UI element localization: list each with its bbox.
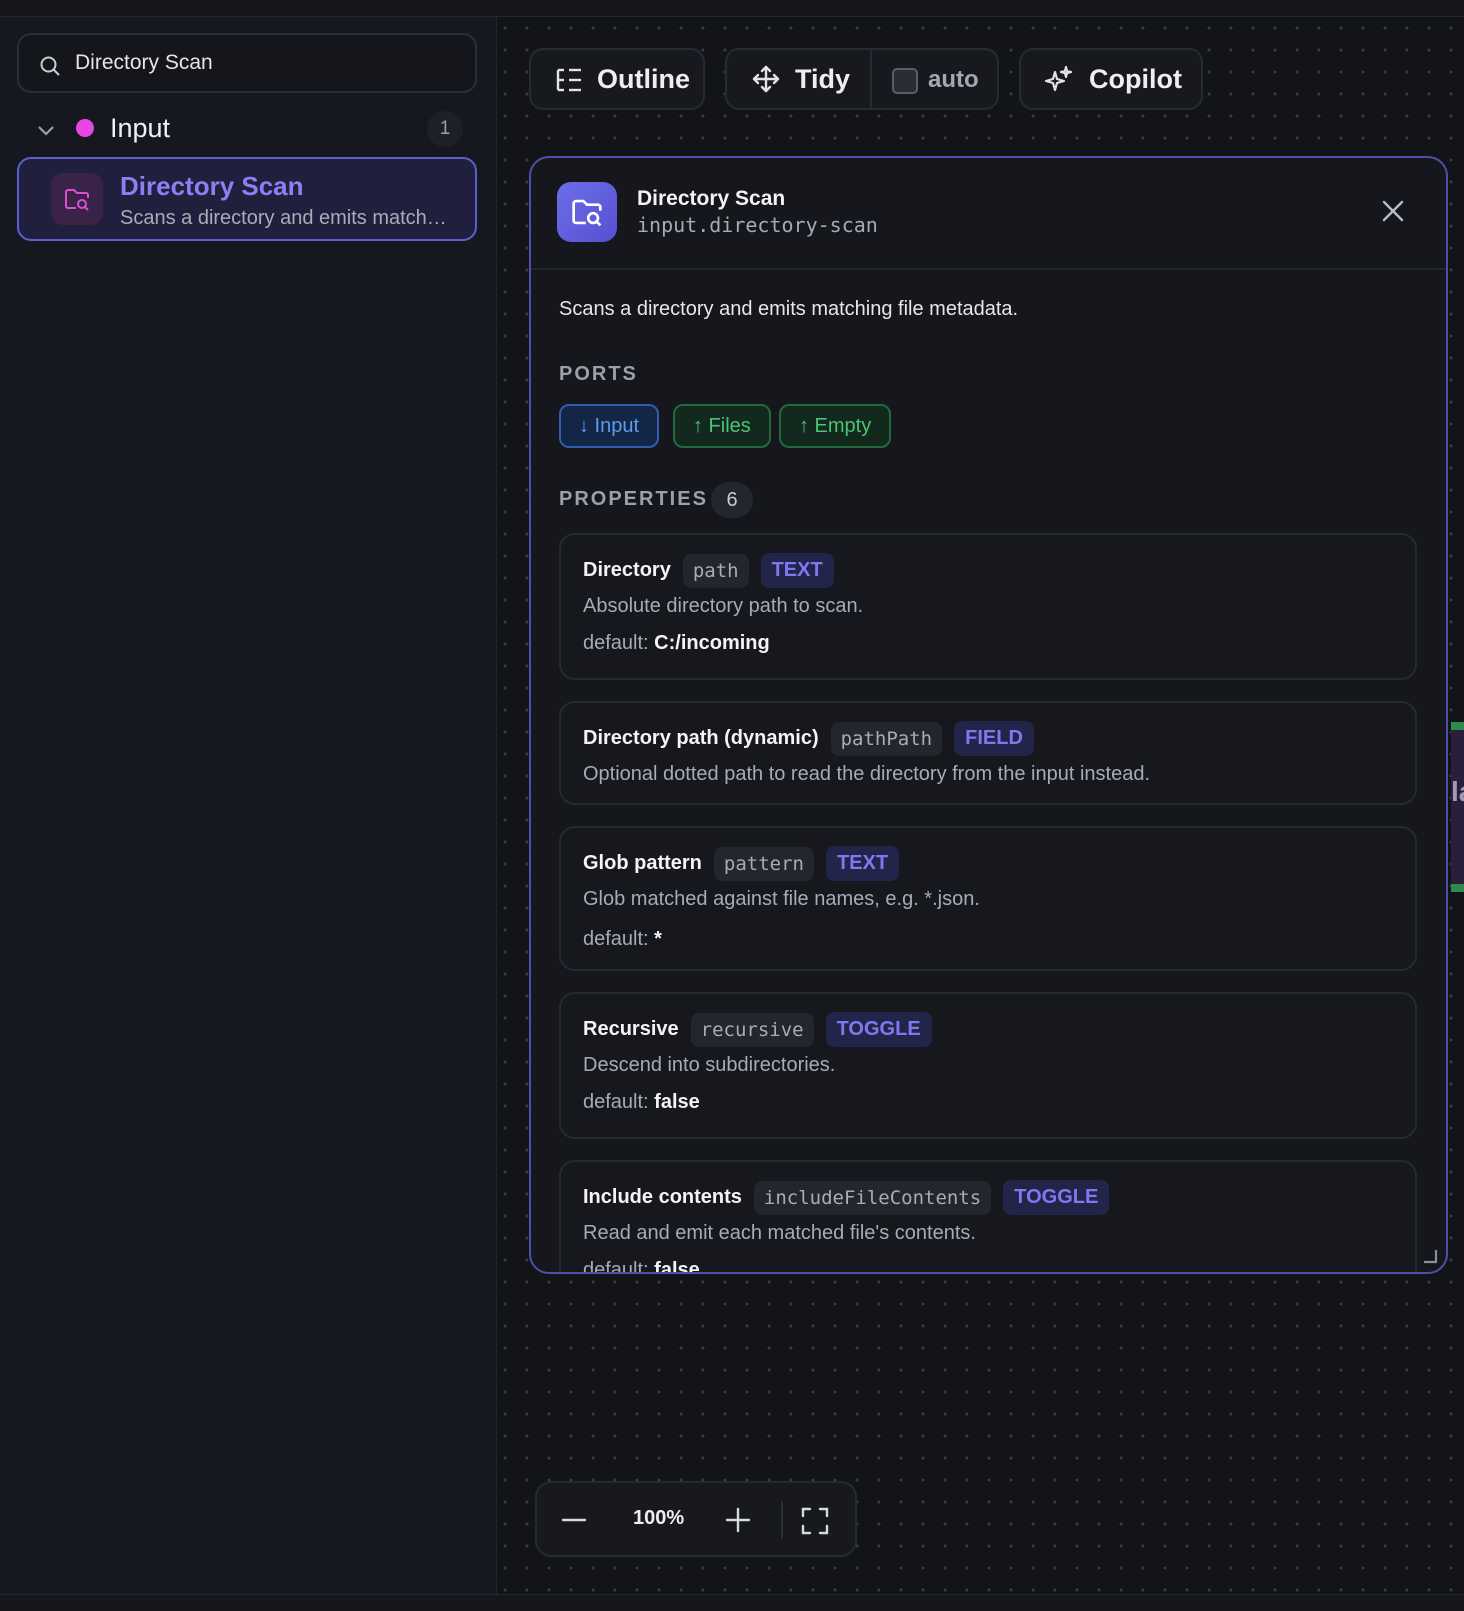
panel-header: Directory Scan input.directory-scan [531,158,1446,270]
category-group-input[interactable]: Input 1 [17,107,477,153]
tidy-label: Tidy [795,64,851,94]
property-name: Recursive [583,1018,679,1040]
property-type-badge: TOGGLE [825,1012,932,1047]
search-value: Directory Scan [75,51,213,74]
property-default: default: * [583,928,662,950]
property-type-badge: TEXT [825,846,900,881]
node-item-description: Scans a directory and emits matching fil… [120,207,450,229]
panel-description: Scans a directory and emits matching fil… [559,298,1019,320]
property-description: Descend into subdirectories. [583,1054,836,1076]
category-color-dot [76,119,94,137]
property-type-badge: TOGGLE [1003,1180,1110,1215]
property-type-badge: TEXT [760,553,834,588]
zoom-divider [781,1501,783,1539]
panel-node-type: input.directory-scan [637,213,878,237]
property-type-badge: FIELD [954,721,1034,756]
property-card-includeFileContents: Include contents includeFileContents TOGGL… [559,1160,1417,1274]
property-default: default: false [583,1259,700,1274]
category-label: Input [110,113,171,143]
canvas-node-partial-label: la [1451,776,1464,807]
status-bar [0,1594,1464,1611]
property-card-recursive: Recursive recursive TOGGLE Descend into su… [559,992,1417,1139]
property-card-path: Directory path TEXT Absolute directory pat… [559,533,1417,680]
auto-tidy-toggle[interactable]: auto [872,50,999,108]
property-description: Read and emit each matched file's conten… [583,1222,976,1244]
panel-title: Directory Scan [637,187,786,210]
copilot-button[interactable]: Copilot [1019,48,1203,110]
port-input[interactable]: ↓ Input [559,404,660,448]
sparkles-icon [1044,65,1073,92]
node-library-sidebar: Directory Scan Input 1 Directory Scan Sc… [0,17,497,1594]
auto-checkbox[interactable] [892,68,918,94]
property-description: Optional dotted path to read the directo… [583,763,1151,785]
move-arrows-icon [752,65,780,93]
port-files[interactable]: ↑ Files [673,404,771,448]
property-key: path [682,553,749,588]
folder-search-icon [557,182,617,242]
property-card-pathPath: Directory path (dynamic) pathPath FIELD Op… [559,701,1417,805]
zoom-out-icon[interactable] [561,1509,587,1531]
property-description: Absolute directory path to scan. [583,595,864,617]
node-item-title: Directory Scan [120,171,304,201]
node-list-item-directory-scan[interactable]: Directory Scan Scans a directory and emi… [17,157,477,241]
close-icon[interactable] [1382,200,1404,222]
property-key: pattern [713,846,814,881]
property-key: includeFileContents [753,1180,992,1215]
property-default: default: false [583,1091,700,1113]
search-icon [40,56,60,76]
properties-count-badge: 6 [711,482,753,518]
category-count-badge: 1 [427,111,463,147]
property-card-pattern: Glob pattern pattern TEXT Glob matched aga… [559,826,1417,971]
ports-heading: PORTS [559,363,638,385]
properties-heading: PROPERTIES [559,488,708,510]
tidy-toolbar-group: Tidy auto [725,48,999,110]
fit-view-icon[interactable] [801,1507,829,1535]
outline-label: Outline [597,64,690,94]
node-detail-panel: Directory Scan input.directory-scan Scan… [529,156,1448,1274]
outline-icon [556,68,581,92]
property-name: Directory path (dynamic) [583,727,819,749]
property-default: default: C:/incoming [583,632,770,654]
property-name: Include contents [583,1186,742,1208]
window-top-bar [0,0,1464,17]
resize-handle-icon[interactable] [1422,1248,1438,1264]
tidy-button[interactable]: Tidy [727,50,872,108]
canvas-node-partial[interactable]: la [1451,722,1464,892]
auto-label: auto [928,66,979,93]
zoom-in-icon[interactable] [725,1507,751,1533]
search-input[interactable]: Directory Scan [17,33,477,93]
property-name: Glob pattern [583,852,702,874]
folder-search-icon [51,173,103,225]
property-description: Glob matched against file names, e.g. *.… [583,888,980,910]
property-key: recursive [690,1012,814,1047]
port-empty[interactable]: ↑ Empty [779,404,892,448]
zoom-controls: 100% [535,1481,857,1557]
copilot-label: Copilot [1089,64,1182,94]
zoom-level: 100% [633,1507,685,1529]
property-name: Directory [583,559,671,581]
chevron-down-icon[interactable] [35,119,57,141]
property-key: pathPath [830,721,943,756]
outline-button[interactable]: Outline [529,48,705,110]
